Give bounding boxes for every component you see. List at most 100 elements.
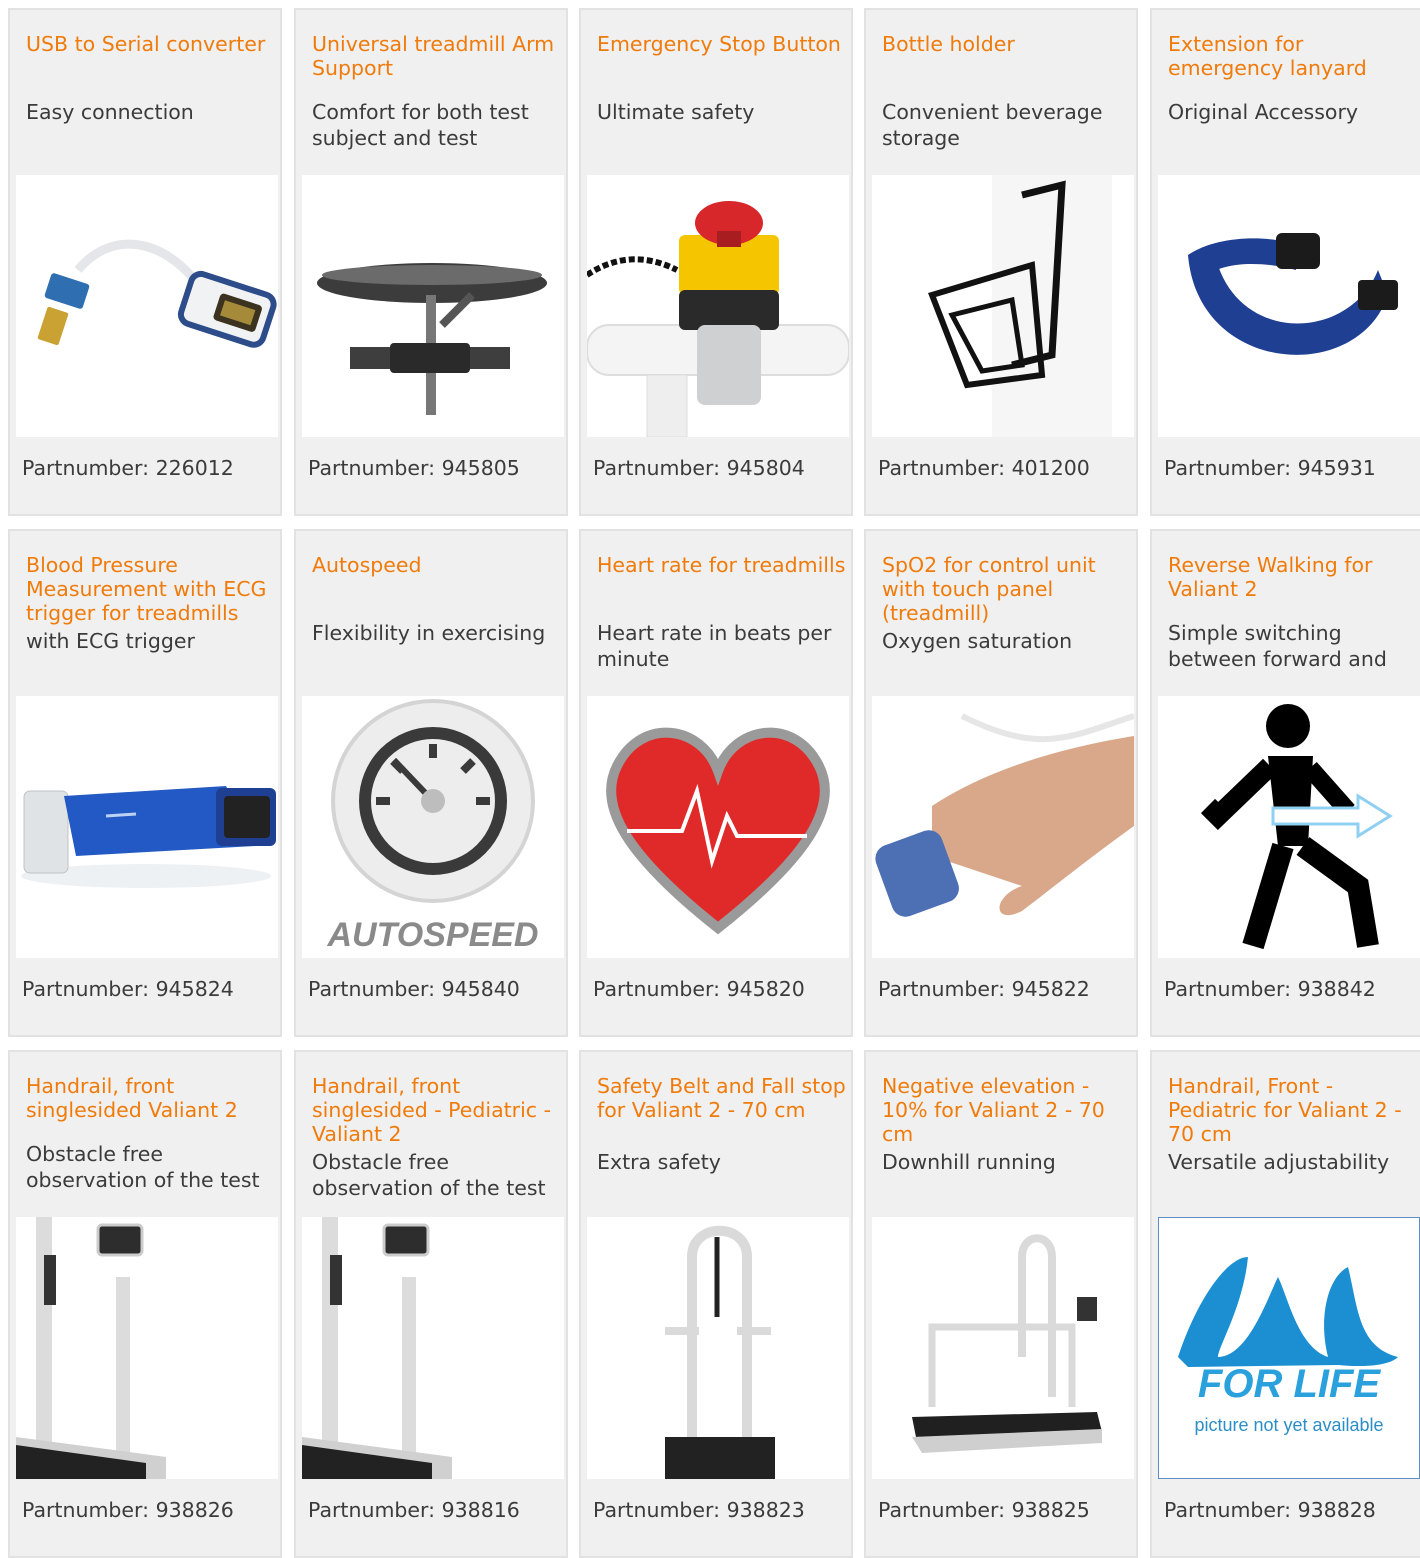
product-card[interactable]: Handrail, front singlesided - Pediatric … [294,1050,568,1558]
product-title[interactable]: Negative elevation - 10% for Valiant 2 -… [882,1074,1132,1146]
arm-support-icon [317,263,547,415]
product-card[interactable]: USB to Serial converter Easy connection P… [8,8,282,516]
blood-pressure-cuff-icon [21,786,276,888]
product-title[interactable]: Handrail, front singlesided Valiant 2 [26,1074,276,1122]
product-subtitle: Easy connection [26,100,194,124]
part-number-label: Partnumber: [308,1498,436,1522]
part-number-value: 945931 [1297,456,1376,480]
part-number-label: Partnumber: [878,456,1006,480]
part-number: Partnumber: 938823 [593,1498,805,1522]
part-number-value: 945804 [726,456,805,480]
part-number-value: 938825 [1011,1498,1090,1522]
product-card[interactable]: Heart rate for treadmills Heart rate in b… [579,529,853,1037]
product-image[interactable] [16,175,278,437]
product-subtitle: Flexibility in exercising [312,621,546,645]
part-number-value: 945820 [726,977,805,1001]
treadmill-full-icon [912,1234,1102,1453]
part-number: Partnumber: 945805 [308,456,520,480]
product-title[interactable]: SpO2 for control unit with touch panel (… [882,553,1132,625]
part-number-value: 945840 [441,977,520,1001]
product-image[interactable] [302,1217,564,1479]
treadmill-handrail-icon [302,1217,452,1479]
product-card[interactable]: Autospeed Flexibility in exercising AUTOS… [294,529,568,1037]
product-title[interactable]: Safety Belt and Fall stop for Valiant 2 … [597,1074,847,1122]
product-card[interactable]: Extension for emergency lanyard Original … [1150,8,1420,516]
product-title[interactable]: Handrail, front singlesided - Pediatric … [312,1074,562,1146]
product-title[interactable]: Emergency Stop Button [597,32,847,56]
product-image[interactable] [587,175,849,437]
product-image[interactable]: AUTOSPEED [302,696,564,958]
part-number-value: 938826 [155,1498,234,1522]
product-card[interactable]: Negative elevation - 10% for Valiant 2 -… [864,1050,1138,1558]
product-title[interactable]: Handrail, Front - Pediatric for Valiant … [1168,1074,1418,1146]
product-image[interactable] [1158,175,1420,437]
bottle-holder-icon [928,175,1112,437]
lanyard-strap-icon [1188,233,1398,355]
product-subtitle: Versatile adjustability [1168,1150,1390,1174]
product-image[interactable] [16,696,278,958]
part-number-label: Partnumber: [593,977,721,1001]
product-subtitle: Original Accessory [1168,100,1359,124]
part-number-value: 226012 [155,456,234,480]
part-number-value: 945824 [155,977,234,1001]
part-number-label: Partnumber: [22,456,150,480]
product-subtitle: Downhill running [882,1150,1056,1174]
autospeed-image-text: AUTOSPEED [327,916,539,954]
product-image[interactable] [302,175,564,437]
part-number-value: 938823 [726,1498,805,1522]
product-card[interactable]: Handrail, front singlesided Valiant 2 Obs… [8,1050,282,1558]
product-image[interactable] [587,696,849,958]
part-number-value: 938842 [1297,977,1376,1001]
product-title[interactable]: Universal treadmill Arm Support [312,32,562,80]
speedometer-icon: AUTOSPEED [327,699,539,954]
part-number-label: Partnumber: [878,1498,1006,1522]
part-number-label: Partnumber: [308,977,436,1001]
product-card[interactable]: Bottle holder Convenient beverage storage… [864,8,1138,516]
part-number-value: 938828 [1297,1498,1376,1522]
part-number-label: Partnumber: [593,456,721,480]
product-subtitle: Convenient beverage storage [882,100,1103,150]
part-number: Partnumber: 401200 [878,456,1090,480]
product-card[interactable]: Emergency Stop Button Ultimate safety Par… [579,8,853,516]
product-image[interactable] [872,175,1134,437]
product-image[interactable] [16,1217,278,1479]
part-number-label: Partnumber: [308,456,436,480]
product-card[interactable]: Blood Pressure Measurement with ECG trig… [8,529,282,1037]
logo-text: FOR LIFE [1198,1362,1382,1406]
product-title[interactable]: Blood Pressure Measurement with ECG trig… [26,553,276,625]
part-number-label: Partnumber: [878,977,1006,1001]
part-number-value: 945822 [1011,977,1090,1001]
product-title[interactable]: Reverse Walking for Valiant 2 [1168,553,1418,601]
product-subtitle: with ECG trigger [26,629,195,653]
product-image[interactable] [587,1217,849,1479]
part-number: Partnumber: 938826 [22,1498,234,1522]
product-card[interactable]: Reverse Walking for Valiant 2 Simple swit… [1150,529,1420,1037]
part-number-label: Partnumber: [593,1498,721,1522]
product-image[interactable]: FOR LIFE picture not yet available [1158,1217,1420,1479]
product-image[interactable] [1158,696,1420,958]
treadmill-handrail-icon [16,1217,166,1479]
product-title[interactable]: Heart rate for treadmills [597,553,847,577]
emergency-stop-icon [587,201,849,437]
product-title[interactable]: USB to Serial converter [26,32,276,56]
product-card[interactable]: SpO2 for control unit with touch panel (… [864,529,1138,1037]
part-number-label: Partnumber: [1164,977,1292,1001]
product-image[interactable] [872,696,1134,958]
product-card[interactable]: Safety Belt and Fall stop for Valiant 2 … [579,1050,853,1558]
part-number-value: 938816 [441,1498,520,1522]
product-subtitle: Comfort for both test subject and test [312,100,529,150]
part-number: Partnumber: 945804 [593,456,805,480]
product-title[interactable]: Autospeed [312,553,562,577]
product-title[interactable]: Extension for emergency lanyard [1168,32,1418,80]
product-subtitle: Extra safety [597,1150,721,1174]
product-subtitle: Oxygen saturation [882,629,1073,653]
part-number-label: Partnumber: [22,977,150,1001]
product-card[interactable]: Handrail, Front - Pediatric for Valiant … [1150,1050,1420,1558]
product-image[interactable] [872,1217,1134,1479]
product-card[interactable]: Universal treadmill Arm Support Comfort f… [294,8,568,516]
part-number-label: Partnumber: [1164,1498,1292,1522]
part-number: Partnumber: 945824 [22,977,234,1001]
product-subtitle: Obstacle free observation of the test [26,1142,260,1192]
product-title[interactable]: Bottle holder [882,32,1132,56]
product-subtitle: Ultimate safety [597,100,755,124]
